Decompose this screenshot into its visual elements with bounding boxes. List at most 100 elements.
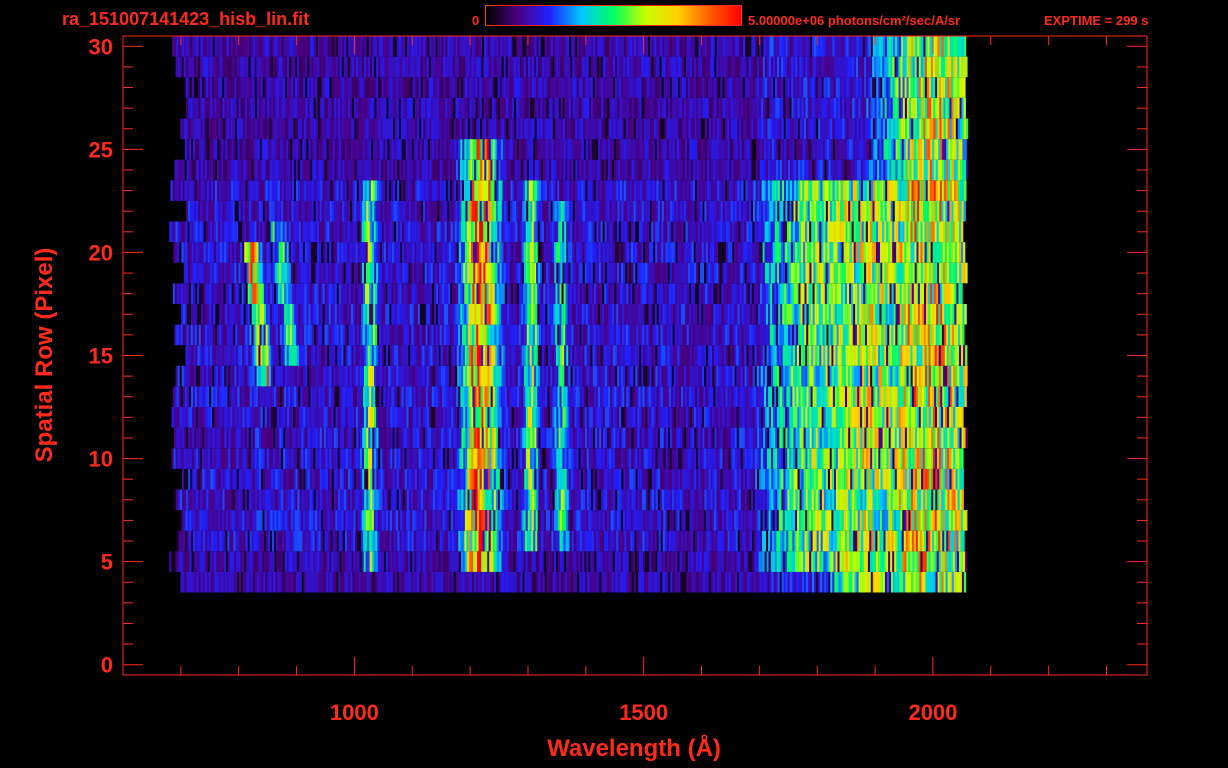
heatmap-cell: [326, 571, 329, 593]
heatmap-cell: [894, 365, 897, 387]
heatmap-cell: [259, 468, 262, 490]
heatmap-cell: [615, 427, 618, 449]
heatmap-cell: [495, 407, 498, 428]
heatmap-cell: [230, 427, 233, 449]
heatmap-cell: [910, 345, 913, 366]
heatmap-cell: [471, 489, 474, 511]
heatmap-cell: [566, 365, 569, 387]
heatmap-cell: [415, 530, 418, 552]
heatmap-cell: [447, 468, 450, 490]
heatmap-cell: [200, 571, 203, 593]
heatmap-cell: [337, 489, 341, 511]
heatmap-cell: [204, 571, 207, 593]
heatmap-cell: [189, 551, 192, 572]
heatmap-cell: [515, 407, 519, 428]
heatmap-cell: [249, 571, 252, 593]
heatmap-cell: [222, 427, 225, 449]
heatmap-cell: [323, 468, 327, 490]
heatmap-cell: [216, 427, 219, 449]
heatmap-cell: [565, 324, 568, 346]
heatmap-cell: [802, 386, 805, 407]
heatmap-cell: [410, 345, 413, 366]
heatmap-cell: [317, 345, 320, 366]
heatmap-cell: [666, 324, 669, 346]
heatmap-cell: [934, 551, 937, 572]
heatmap-cell: [593, 468, 596, 490]
heatmap-cell: [938, 530, 941, 552]
heatmap-cell: [639, 551, 642, 572]
heatmap-cell: [305, 407, 308, 428]
heatmap-cell: [430, 345, 433, 366]
heatmap-cell: [587, 530, 591, 552]
heatmap-cell: [331, 407, 334, 428]
heatmap-cell: [710, 427, 713, 449]
heatmap-cell: [197, 530, 200, 552]
heatmap-cell: [941, 468, 944, 490]
heatmap-cell: [469, 345, 472, 366]
heatmap-cell: [720, 345, 723, 366]
heatmap-cell: [403, 530, 406, 552]
heatmap-cell: [621, 365, 624, 387]
heatmap-cell: [324, 324, 327, 346]
heatmap-cell: [285, 365, 288, 387]
heatmap-cell: [364, 489, 367, 511]
heatmap-cell: [708, 489, 711, 511]
heatmap-cell: [434, 510, 437, 531]
heatmap-cell: [215, 324, 218, 346]
heatmap-cell: [732, 407, 735, 428]
heatmap-cell: [961, 510, 964, 531]
heatmap-cell: [369, 345, 372, 366]
heatmap-cell: [805, 345, 808, 366]
heatmap-cell: [737, 386, 740, 407]
heatmap-cell: [451, 427, 454, 449]
heatmap-cell: [689, 530, 692, 552]
heatmap-cell: [871, 345, 875, 366]
heatmap-cell: [900, 427, 904, 449]
heatmap-cell: [782, 530, 785, 552]
heatmap-cell: [442, 551, 445, 572]
heatmap-cell: [512, 427, 515, 449]
heatmap-cell: [183, 510, 186, 531]
heatmap-cell: [710, 448, 713, 469]
heatmap-cell: [204, 365, 207, 387]
heatmap-cell: [377, 510, 381, 531]
heatmap-cell: [476, 324, 479, 346]
heatmap-cell: [696, 489, 699, 511]
heatmap-cell: [935, 571, 938, 593]
heatmap-cell: [672, 324, 675, 346]
heatmap-cell: [589, 489, 592, 511]
heatmap-cell: [851, 407, 855, 428]
heatmap-cell: [254, 407, 257, 428]
heatmap-cell: [436, 448, 440, 469]
heatmap-cell: [633, 345, 636, 366]
heatmap-cell: [180, 324, 183, 346]
heatmap-cell: [717, 530, 720, 552]
heatmap-cell: [428, 510, 431, 531]
heatmap-cell: [445, 407, 448, 428]
heatmap-cell: [385, 510, 389, 531]
heatmap-cell: [680, 489, 683, 511]
heatmap-cell: [860, 489, 863, 511]
heatmap-cell: [783, 407, 786, 428]
heatmap-cell: [757, 324, 760, 346]
heatmap-cell: [474, 386, 477, 407]
heatmap-cell: [236, 345, 239, 366]
heatmap-cell: [684, 571, 687, 593]
heatmap-cell: [371, 386, 374, 407]
heatmap-cell: [955, 571, 959, 593]
heatmap-cell: [716, 510, 719, 531]
heatmap-cell: [666, 468, 669, 490]
heatmap-cell: [829, 448, 832, 469]
heatmap-cell: [600, 448, 604, 469]
heatmap-cell: [591, 468, 594, 490]
heatmap-cell: [850, 489, 853, 511]
heatmap-cell: [388, 468, 391, 490]
heatmap-cell: [542, 468, 545, 490]
heatmap-cell: [372, 448, 375, 469]
heatmap-cell: [173, 427, 177, 449]
heatmap-cell: [858, 468, 861, 490]
heatmap-cell: [511, 407, 515, 428]
heatmap-cell: [952, 345, 956, 366]
heatmap-cell: [292, 386, 295, 407]
heatmap-cell: [698, 571, 701, 593]
